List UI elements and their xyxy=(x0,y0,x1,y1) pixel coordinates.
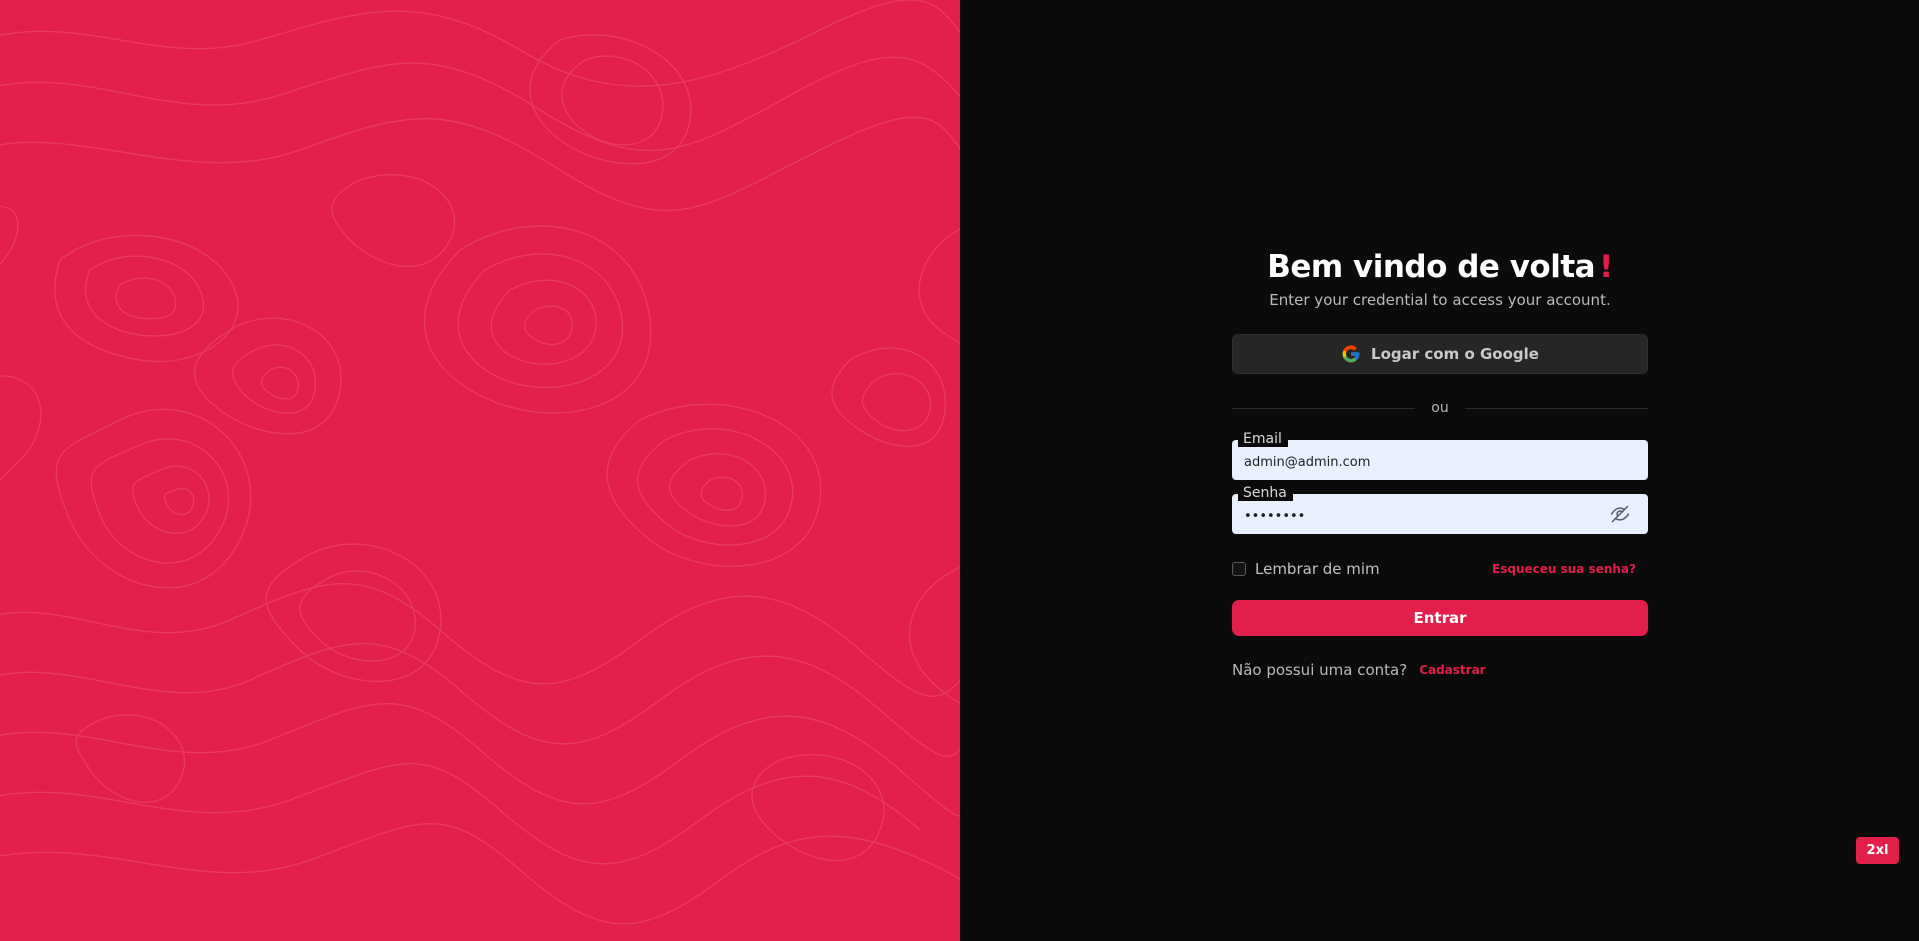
password-input[interactable] xyxy=(1232,494,1648,534)
login-page: Bem vindo de volta! Enter your credentia… xyxy=(0,0,1919,941)
title-exclamation: ! xyxy=(1599,249,1613,285)
divider-text: ou xyxy=(1431,400,1449,416)
google-logo-icon xyxy=(1341,344,1361,364)
page-title: Bem vindo de volta! xyxy=(1232,245,1648,289)
breakpoint-badge: 2xl xyxy=(1856,837,1899,864)
divider-line-left xyxy=(1232,407,1416,409)
password-field-wrapper: Senha xyxy=(1232,485,1648,534)
title-text: Bem vindo de volta xyxy=(1267,249,1596,285)
remember-checkbox[interactable] xyxy=(1232,562,1246,576)
signup-link[interactable]: Cadastrar xyxy=(1419,663,1485,677)
or-divider: ou xyxy=(1232,400,1649,416)
remember-me[interactable]: Lembrar de mim xyxy=(1232,560,1380,578)
login-options-row: Lembrar de mim Esqueceu sua senha? xyxy=(1232,560,1648,578)
login-form: Bem vindo de volta! Enter your credentia… xyxy=(1232,245,1649,679)
divider-line-right xyxy=(1464,407,1649,409)
topographic-pattern xyxy=(0,0,960,925)
google-login-button[interactable]: Logar com o Google xyxy=(1232,334,1648,374)
hero-panel xyxy=(0,0,960,941)
email-label: Email xyxy=(1238,431,1288,447)
email-field-wrapper: Email xyxy=(1232,431,1648,480)
page-subtitle: Enter your credential to access your acc… xyxy=(1269,291,1611,309)
no-account-text: Não possui uma conta? xyxy=(1232,661,1408,679)
password-label: Senha xyxy=(1238,485,1293,501)
signup-row: Não possui uma conta? Cadastrar xyxy=(1232,661,1648,679)
remember-label: Lembrar de mim xyxy=(1255,560,1380,578)
forgot-password-link[interactable]: Esqueceu sua senha? xyxy=(1492,562,1636,576)
login-panel: Bem vindo de volta! Enter your credentia… xyxy=(960,0,1919,941)
eye-off-icon[interactable] xyxy=(1610,504,1630,524)
google-login-label: Logar com o Google xyxy=(1371,345,1539,363)
submit-button[interactable]: Entrar xyxy=(1232,600,1648,636)
email-input[interactable] xyxy=(1232,440,1648,480)
